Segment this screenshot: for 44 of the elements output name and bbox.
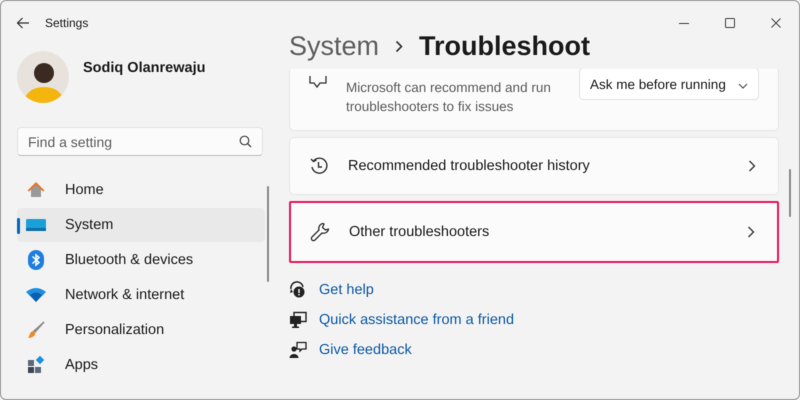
chevron-right-icon [747,226,755,238]
chevron-down-icon [738,82,748,88]
nav-item[interactable]: Personalization [17,313,265,347]
monitor-icon [25,216,47,234]
help-link[interactable]: Quick assistance from a friend [319,312,514,328]
search-field[interactable]: Find a setting [17,127,263,156]
nav-item[interactable]: Apps [17,348,265,382]
minimize-icon[interactable] [679,22,689,24]
help-link[interactable]: Get help [319,282,374,298]
settings-card[interactable]: Other troubleshooters [289,201,779,263]
wrench-icon [310,222,330,242]
remote-screens-icon [289,311,307,329]
search-icon [239,135,252,148]
window-title: Settings [45,16,90,30]
brush-icon [26,320,46,340]
settings-card[interactable]: Recommended troubleshooter history [289,137,779,195]
help-chat-icon [289,281,307,299]
card-label: Recommended troubleshooter history [348,158,591,174]
page-title: Troubleshoot [419,30,590,62]
back-arrow-icon[interactable] [16,17,30,29]
chevron-right-icon [395,40,404,52]
wifi-icon [25,287,47,303]
settings-card[interactable]: Microsoft can recommend and run troubleshooters to fix issues Ask me before running [289,69,779,131]
history-icon [309,156,329,176]
maximize-icon[interactable] [725,18,735,28]
dropdown[interactable]: Ask me before running [579,69,759,100]
nav-item[interactable]: Home [17,173,265,207]
chat-bubble-icon [308,76,328,90]
bluetooth-icon [27,249,45,271]
selection-indicator [17,218,20,234]
user-name: Sodiq Olanrewaju [83,60,206,76]
feedback-person-icon [289,341,307,359]
breadcrumb-parent[interactable]: System [289,30,380,62]
nav-item[interactable]: Bluetooth & devices [17,243,265,277]
help-link[interactable]: Give feedback [319,342,412,358]
nav-item[interactable]: Network & internet [17,278,265,312]
close-icon[interactable] [771,18,781,28]
home-icon [26,180,46,200]
avatar [17,51,69,103]
card-label: Other troubleshooters [349,224,490,240]
chevron-right-icon [748,160,756,172]
nav-item[interactable]: System [17,208,265,242]
card-description: Microsoft can recommend and run troubleshooters to fix issues [346,79,552,116]
apps-icon [26,355,46,375]
